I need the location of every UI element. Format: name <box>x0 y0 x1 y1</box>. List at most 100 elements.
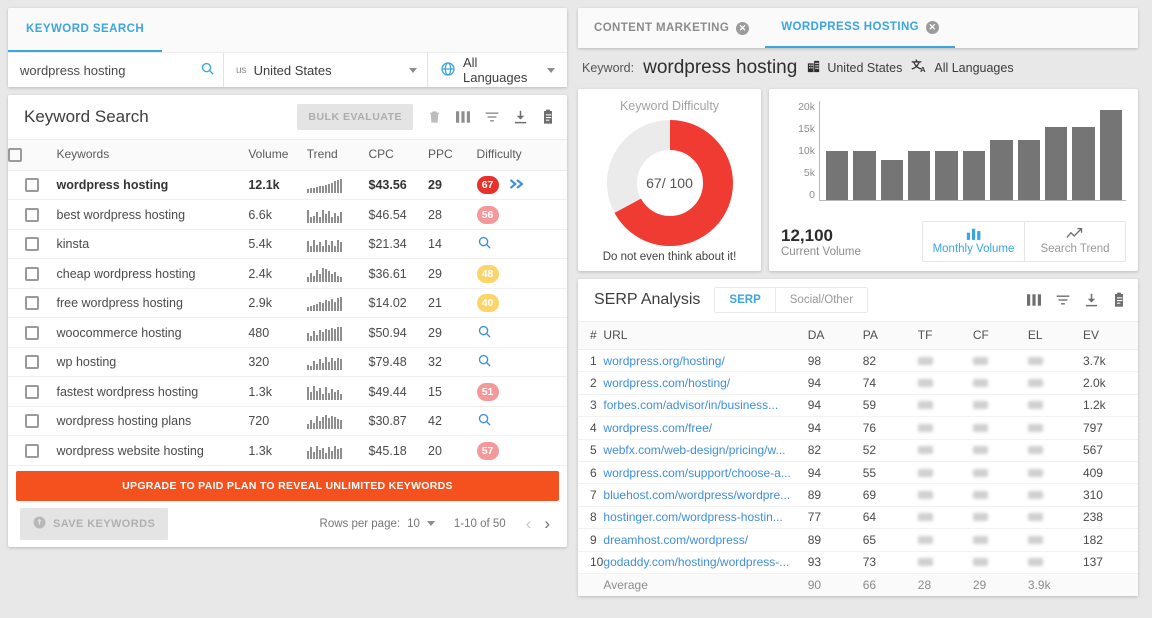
table-row[interactable]: 3 forbes.com/advisor/in/business... 94 5… <box>578 394 1138 416</box>
search-icon[interactable] <box>200 61 215 79</box>
analyze-keyword-icon[interactable] <box>477 412 492 430</box>
prev-page-button[interactable]: ‹ <box>523 514 535 534</box>
table-row[interactable]: kinsta 5.4k $21.34 14 <box>8 229 567 259</box>
col-pa[interactable]: PA <box>863 322 918 350</box>
cell-trend <box>307 200 369 230</box>
serp-url-link[interactable]: dreamhost.com/wordpress/ <box>603 533 807 547</box>
difficulty-badge[interactable]: 56 <box>477 206 499 224</box>
table-row[interactable]: free wordpress hosting 2.9k $14.02 21 40 <box>8 288 567 318</box>
table-row[interactable]: 8 hostinger.com/wordpress-hostin... 77 6… <box>578 506 1138 528</box>
col-volume[interactable]: Volume <box>248 140 306 171</box>
analyze-keyword-icon[interactable] <box>477 353 492 371</box>
table-row[interactable]: wordpress hosting plans 720 $30.87 42 <box>8 406 567 436</box>
cell-rank: 4 <box>578 417 603 439</box>
row-checkbox[interactable] <box>25 414 39 428</box>
row-checkbox[interactable] <box>25 355 39 369</box>
trash-icon[interactable] <box>427 109 442 125</box>
close-icon[interactable]: ✕ <box>736 22 749 35</box>
table-row[interactable]: wp hosting 320 $79.48 32 <box>8 347 567 377</box>
difficulty-badge[interactable]: 57 <box>477 442 499 460</box>
chart-bar <box>990 140 1012 200</box>
difficulty-badge[interactable]: 67 <box>477 176 499 194</box>
table-row[interactable]: cheap wordpress hosting 2.4k $36.61 29 4… <box>8 259 567 289</box>
table-row[interactable]: 1 wordpress.org/hosting/ 98 82 3.7k <box>578 350 1138 372</box>
expand-keyword-icon[interactable] <box>508 177 526 194</box>
col-da[interactable]: DA <box>808 322 863 350</box>
rows-per-page-value[interactable]: 10 <box>407 518 420 530</box>
chevron-down-icon[interactable] <box>427 521 435 526</box>
row-checkbox[interactable] <box>25 208 39 222</box>
close-icon[interactable]: ✕ <box>926 21 939 34</box>
country-selector[interactable]: us United States <box>224 53 428 87</box>
social-other-tab[interactable]: Social/Other <box>775 288 867 312</box>
filter-icon[interactable] <box>484 110 500 124</box>
serp-url-link[interactable]: wordpress.com/hosting/ <box>603 376 807 390</box>
cell-rank: 2 <box>578 372 603 394</box>
filter-icon[interactable] <box>1055 293 1071 307</box>
serp-url-link[interactable]: godaddy.com/hosting/wordpress-... <box>603 555 807 569</box>
col-ev[interactable]: EV <box>1083 322 1138 350</box>
analyze-keyword-icon[interactable] <box>477 324 492 342</box>
serp-url-link[interactable]: bluehost.com/wordpress/wordpre... <box>603 488 807 502</box>
col-ppc[interactable]: PPC <box>428 140 477 171</box>
col-el[interactable]: EL <box>1028 322 1083 350</box>
col-cpc[interactable]: CPC <box>369 140 429 171</box>
chart-y-axis: 20k15k10k5k0 <box>783 101 819 201</box>
columns-icon[interactable] <box>455 110 471 124</box>
row-checkbox[interactable] <box>25 385 39 399</box>
table-row[interactable]: woocommerce hosting 480 $50.94 29 <box>8 318 567 348</box>
right-tab-1[interactable]: WORDPRESS HOSTING ✕ <box>765 8 955 48</box>
table-row[interactable]: wordpress hosting 12.1k $43.56 29 67 <box>8 170 567 200</box>
upgrade-button[interactable]: UPGRADE TO PAID PLAN TO REVEAL UNLIMITED… <box>16 471 559 501</box>
row-checkbox[interactable] <box>25 267 39 281</box>
difficulty-badge[interactable]: 51 <box>477 383 499 401</box>
clipboard-icon[interactable] <box>541 109 555 125</box>
table-row[interactable]: best wordpress hosting 6.6k $46.54 28 56 <box>8 200 567 230</box>
row-checkbox[interactable] <box>25 178 39 192</box>
serp-url-link[interactable]: forbes.com/advisor/in/business... <box>603 398 807 412</box>
col-url[interactable]: URL <box>603 322 807 350</box>
clipboard-icon[interactable] <box>1112 292 1126 308</box>
serp-url-link[interactable]: webfx.com/web-design/pricing/w... <box>603 443 807 457</box>
col-difficulty[interactable]: Difficulty <box>477 140 567 171</box>
serp-tab[interactable]: SERP <box>715 288 774 312</box>
table-row[interactable]: wordpress website hosting 1.3k $45.18 20… <box>8 436 567 466</box>
table-row[interactable]: 10 godaddy.com/hosting/wordpress-... 93 … <box>578 551 1138 573</box>
col-cf[interactable]: CF <box>973 322 1028 350</box>
col-trend[interactable]: Trend <box>307 140 369 171</box>
bulk-evaluate-button[interactable]: BULK EVALUATE <box>297 104 413 130</box>
serp-url-link[interactable]: wordpress.com/support/choose-a... <box>603 466 807 480</box>
language-selector[interactable]: All Languages <box>428 53 567 87</box>
difficulty-badge[interactable]: 40 <box>477 294 499 312</box>
monthly-volume-tab[interactable]: Monthly Volume <box>923 222 1024 261</box>
next-page-button[interactable]: › <box>541 514 553 534</box>
serp-url-link[interactable]: hostinger.com/wordpress-hostin... <box>603 510 807 524</box>
analyze-keyword-icon[interactable] <box>477 235 492 253</box>
select-all-checkbox[interactable] <box>8 148 22 162</box>
table-row[interactable]: 5 webfx.com/web-design/pricing/w... 82 5… <box>578 439 1138 461</box>
columns-icon[interactable] <box>1026 293 1042 307</box>
serp-url-link[interactable]: wordpress.com/free/ <box>603 421 807 435</box>
difficulty-badge[interactable]: 48 <box>477 265 499 283</box>
row-checkbox[interactable] <box>25 237 39 251</box>
table-row[interactable]: 2 wordpress.com/hosting/ 94 74 2.0k <box>578 372 1138 394</box>
monthly-volume-label: Monthly Volume <box>933 243 1015 255</box>
row-checkbox[interactable] <box>25 444 39 458</box>
serp-url-link[interactable]: wordpress.org/hosting/ <box>603 354 807 368</box>
right-tab-0[interactable]: CONTENT MARKETING ✕ <box>578 8 765 48</box>
table-row[interactable]: 4 wordpress.com/free/ 94 76 797 <box>578 417 1138 439</box>
row-checkbox[interactable] <box>25 326 39 340</box>
table-row[interactable]: 6 wordpress.com/support/choose-a... 94 5… <box>578 461 1138 483</box>
search-input[interactable] <box>20 63 200 78</box>
search-trend-tab[interactable]: Search Trend <box>1024 222 1125 261</box>
row-checkbox[interactable] <box>25 296 39 310</box>
download-icon[interactable] <box>513 109 528 125</box>
col-keywords[interactable]: Keywords <box>57 140 249 171</box>
table-row[interactable]: fastest wordpress hosting 1.3k $49.44 15… <box>8 377 567 407</box>
download-icon[interactable] <box>1084 292 1099 308</box>
tab-keyword-search[interactable]: KEYWORD SEARCH <box>8 8 162 52</box>
save-keywords-button[interactable]: SAVE KEYWORDS <box>20 508 168 540</box>
col-tf[interactable]: TF <box>918 322 973 350</box>
table-row[interactable]: 7 bluehost.com/wordpress/wordpre... 89 6… <box>578 484 1138 506</box>
table-row[interactable]: 9 dreamhost.com/wordpress/ 89 65 182 <box>578 529 1138 551</box>
